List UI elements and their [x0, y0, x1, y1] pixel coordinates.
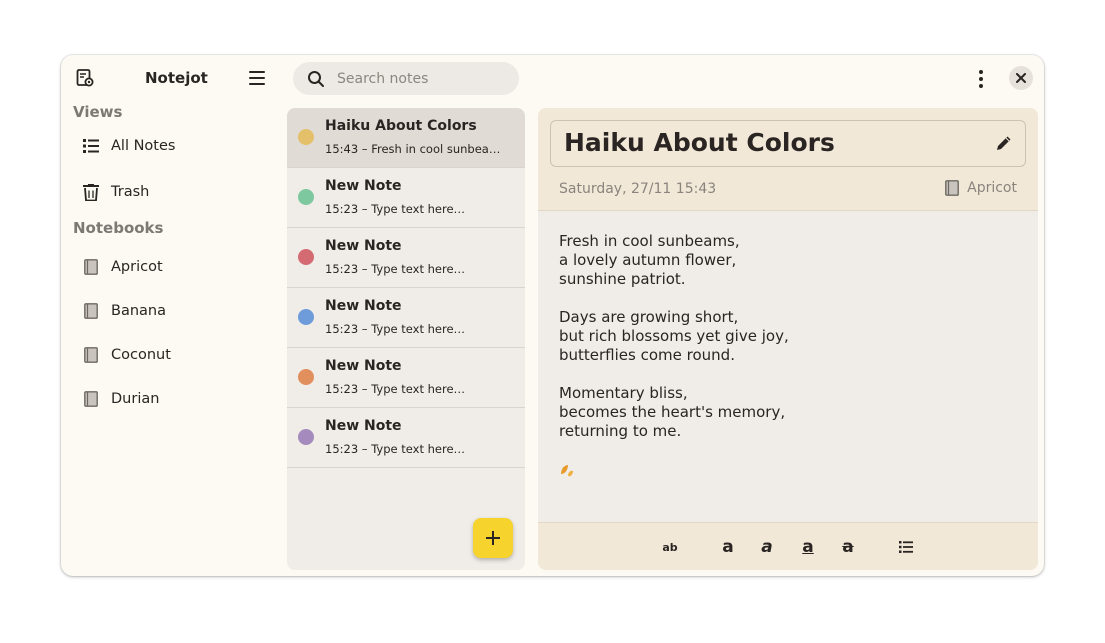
note-color-dot [298, 129, 314, 145]
list-item[interactable]: New Note 15:23 – Type text here… [287, 168, 525, 228]
sidebar-item-label: Apricot [111, 259, 163, 275]
hamburger-icon [249, 71, 265, 85]
add-note-button[interactable] [473, 518, 513, 558]
sidebar-item-coconut[interactable]: Coconut [73, 337, 273, 373]
search-bar[interactable] [293, 62, 519, 95]
note-editor: Haiku About Colors Saturday, 27/11 15:43… [538, 108, 1038, 570]
main-menu-button[interactable] [969, 67, 993, 91]
note-notebook-label: Apricot [967, 180, 1017, 196]
note-color-dot [298, 309, 314, 325]
italic-label: a [761, 537, 773, 557]
close-icon [1016, 73, 1026, 83]
underline-button[interactable]: a [796, 536, 820, 558]
notes-list: Haiku About Colors 15:43 – Fresh in cool… [287, 108, 525, 570]
search-icon [308, 70, 324, 87]
sidebar-item-label: Trash [111, 184, 150, 200]
close-window-button[interactable] [1009, 66, 1033, 90]
note-subtitle: 15:23 – Type text here… [325, 262, 466, 276]
note-paragraph: Fresh in cool sunbeams, a lovely autumn … [559, 232, 740, 288]
sidebar-item-durian[interactable]: Durian [73, 381, 273, 417]
normal-text-button[interactable]: ab [658, 536, 682, 558]
list-item[interactable]: New Note 15:23 – Type text here… [287, 228, 525, 288]
edit-title-button[interactable] [995, 134, 1013, 152]
search-input[interactable] [335, 69, 509, 88]
note-title: New Note [325, 178, 402, 194]
list-icon [82, 137, 100, 155]
format-toolbar: ab a a a a [538, 522, 1038, 570]
note-paragraph: Days are growing short, but rich blossom… [559, 308, 789, 364]
note-title: New Note [325, 298, 402, 314]
bold-button[interactable]: a [716, 536, 740, 558]
hamburger-menu-button[interactable] [245, 67, 269, 89]
note-title: New Note [325, 418, 402, 434]
note-color-dot [298, 429, 314, 445]
bullet-list-button[interactable] [894, 536, 918, 558]
strikethrough-button[interactable]: a [836, 536, 860, 558]
bullet-list-icon [899, 541, 913, 553]
leaves-icon [559, 460, 579, 480]
app-window: Notejot Views All Notes Trash Notebooks … [61, 55, 1044, 576]
list-item[interactable]: New Note 15:23 – Type text here… [287, 348, 525, 408]
sidebar: Notejot Views All Notes Trash Notebooks … [61, 55, 283, 576]
sidebar-item-label: Coconut [111, 347, 171, 363]
sidebar-item-label: All Notes [111, 138, 176, 154]
sidebar-item-all-notes[interactable]: All Notes [73, 128, 273, 164]
notebook-icon [82, 346, 100, 364]
note-subtitle: 15:23 – Type text here… [325, 442, 466, 456]
note-notebook-button[interactable]: Apricot [945, 180, 1017, 196]
list-item[interactable]: New Note 15:23 – Type text here… [287, 288, 525, 348]
note-subtitle: 15:23 – Type text here… [325, 322, 466, 336]
notebook-icon [82, 390, 100, 408]
sidebar-item-apricot[interactable]: Apricot [73, 249, 273, 285]
notebook-icon [82, 258, 100, 276]
note-subtitle: 15:23 – Type text here… [325, 382, 466, 396]
sidebar-item-label: Durian [111, 391, 160, 407]
note-paragraph: Momentary bliss, becomes the heart's mem… [559, 384, 786, 440]
note-date: Saturday, 27/11 15:43 [559, 181, 717, 197]
note-subtitle: 15:43 – Fresh in cool sunbea… [325, 142, 501, 156]
notebook-icon [945, 180, 960, 196]
sidebar-item-trash[interactable]: Trash [73, 174, 273, 210]
note-title: New Note [325, 238, 402, 254]
note-title-text[interactable]: Haiku About Colors [564, 128, 835, 157]
trash-icon [82, 183, 100, 201]
sidebar-item-label: Banana [111, 303, 166, 319]
pencil-icon [997, 136, 1011, 150]
views-section-title: Views [73, 103, 123, 121]
note-title: New Note [325, 358, 402, 374]
plus-icon [486, 531, 500, 545]
notebooks-section-title: Notebooks [73, 219, 164, 237]
app-title: Notejot [145, 69, 208, 87]
strikethrough-label: a [842, 537, 854, 557]
note-subtitle: 15:23 – Type text here… [325, 202, 466, 216]
list-item[interactable]: New Note 15:23 – Type text here… [287, 408, 525, 468]
bold-label: a [722, 537, 734, 557]
app-logo-icon [76, 69, 94, 87]
more-vertical-icon [979, 70, 983, 88]
notebook-icon [82, 302, 100, 320]
note-header: Haiku About Colors Saturday, 27/11 15:43… [538, 108, 1038, 211]
note-title: Haiku About Colors [325, 118, 477, 134]
sidebar-item-banana[interactable]: Banana [73, 293, 273, 329]
note-color-dot [298, 189, 314, 205]
italic-button[interactable]: a [755, 536, 779, 558]
normal-text-label: ab [662, 540, 678, 554]
note-title-field[interactable]: Haiku About Colors [550, 120, 1026, 167]
note-body[interactable]: Fresh in cool sunbeams, a lovely autumn … [559, 232, 789, 460]
underline-label: a [802, 537, 814, 557]
list-item[interactable]: Haiku About Colors 15:43 – Fresh in cool… [287, 108, 525, 168]
note-color-dot [298, 249, 314, 265]
note-color-dot [298, 369, 314, 385]
